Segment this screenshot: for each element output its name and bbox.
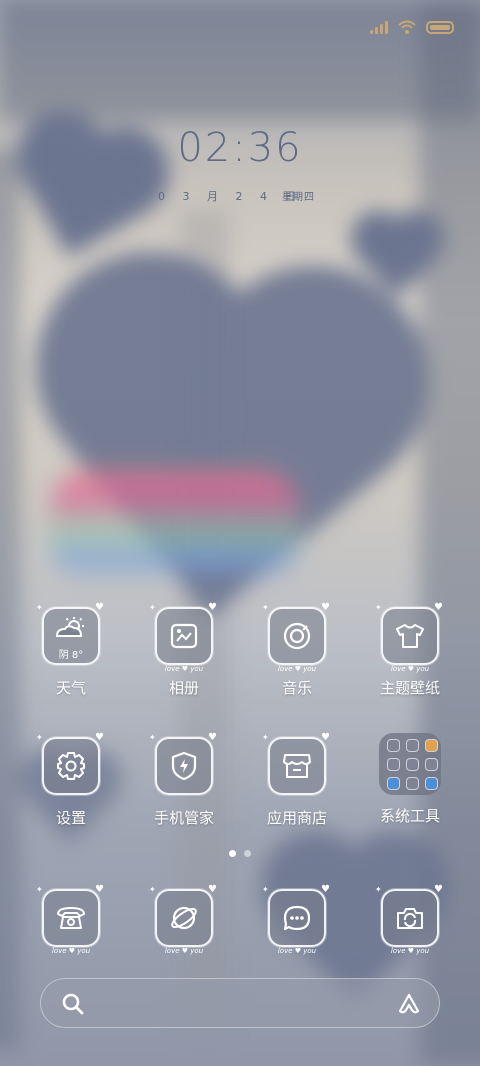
- app-label: 天气: [55, 679, 86, 697]
- app-music[interactable]: ✦ ♥ love ♥ you 音乐: [247, 602, 347, 698]
- clock-time[interactable]: 02:36: [0, 125, 480, 171]
- app-settings[interactable]: ✦ ♥ 设置: [21, 732, 121, 828]
- clock-weekday: 星期四: [282, 192, 315, 203]
- love-you-text: love ♥ you: [164, 665, 204, 673]
- weather-temp: 阴 8°: [58, 650, 84, 661]
- love-you-text: love ♥ you: [277, 947, 317, 955]
- dock-browser[interactable]: ✦ ♥ love ♥ you: [134, 884, 234, 955]
- dock-camera[interactable]: ✦ ♥ love ♥ you: [360, 884, 460, 955]
- signal-icon: [370, 20, 388, 34]
- app-label: 手机管家: [153, 809, 214, 827]
- security-icon: [171, 751, 197, 781]
- page-indicator[interactable]: [0, 850, 480, 857]
- dock-phone[interactable]: ✦ ♥ love ♥ you: [21, 884, 121, 955]
- love-you-text: love ♥ you: [51, 947, 91, 955]
- gallery-icon: [170, 623, 198, 649]
- store-icon: [283, 754, 311, 778]
- app-label: 主题壁纸: [379, 679, 440, 697]
- search-icon[interactable]: [61, 992, 85, 1016]
- app-weather[interactable]: ✦ ♥ 阴 8° 天气: [21, 602, 121, 698]
- love-you-text: love ♥ you: [277, 665, 317, 673]
- settings-icon: [57, 752, 85, 780]
- app-label: 相册: [168, 679, 199, 697]
- dock-messages[interactable]: ✦ ♥ love ♥ you: [247, 884, 347, 955]
- weather-icon: [55, 617, 84, 637]
- battery-icon: [426, 20, 454, 34]
- app-label: 设置: [55, 809, 86, 827]
- page-dot-1[interactable]: [229, 850, 236, 857]
- folder-icon: [379, 733, 441, 795]
- assistant-icon[interactable]: [397, 992, 421, 1016]
- phone-icon: [57, 907, 85, 929]
- app-security[interactable]: ✦ ♥ 手机管家: [134, 732, 234, 828]
- page-dot-2[interactable]: [244, 850, 251, 857]
- app-theme[interactable]: ✦ ♥ love ♥ you 主题壁纸: [360, 602, 460, 698]
- love-you-text: love ♥ you: [164, 947, 204, 955]
- love-you-text: love ♥ you: [390, 665, 430, 673]
- app-system-tools-folder[interactable]: 系统工具: [360, 733, 460, 826]
- app-label: 应用商店: [266, 809, 327, 827]
- clock-date: 0 3 月 2 4 日: [158, 190, 303, 203]
- search-bar[interactable]: [40, 978, 440, 1028]
- camera-icon: [397, 908, 423, 929]
- wifi-icon: [398, 20, 416, 34]
- messages-icon: [283, 905, 311, 931]
- music-icon: [283, 622, 311, 650]
- app-label: 系统工具: [379, 807, 440, 825]
- theme-icon: [396, 624, 424, 648]
- app-label: 音乐: [281, 679, 312, 697]
- browser-icon: [171, 906, 197, 930]
- love-you-text: love ♥ you: [390, 947, 430, 955]
- app-store[interactable]: ✦ ♥ 应用商店: [247, 732, 347, 828]
- app-gallery[interactable]: ✦ ♥ love ♥ you 相册: [134, 602, 234, 698]
- status-bar: [370, 20, 454, 34]
